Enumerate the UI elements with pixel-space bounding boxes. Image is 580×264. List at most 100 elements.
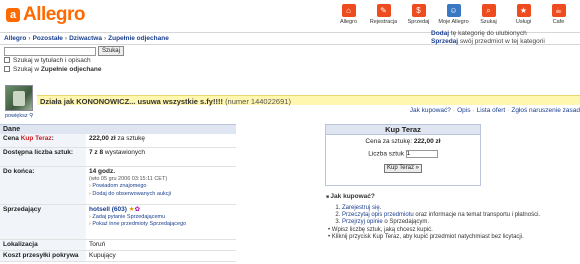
- nav-szukaj[interactable]: ⌕ Szukaj: [471, 4, 506, 25]
- row-quantity: Dostępna liczba sztuk: 7 z 8 wystawionyc…: [0, 148, 236, 167]
- time-left-amount: 14 godz.: [89, 168, 116, 175]
- time-left-label: Do końca:: [0, 167, 86, 204]
- sell-icon: $: [411, 4, 426, 17]
- step-text: o Sprzedającym.: [382, 219, 430, 225]
- search-option-category[interactable]: Szukaj w Zupełnie odjechane: [4, 66, 102, 73]
- item-title-bar: Działa jak KONONOWICZ... usuwa wszystkie…: [37, 95, 580, 106]
- breadcrumb-item[interactable]: Dziwactwa: [69, 35, 102, 42]
- quantity-field-label: Liczba sztuk: [368, 150, 404, 158]
- buy-now-heading: Kup Teraz: [326, 125, 480, 135]
- search-input[interactable]: [4, 46, 96, 56]
- step-link[interactable]: Przeczytaj opis przedmiotu: [342, 212, 414, 218]
- checkbox-category: Zupełnie odjechane: [40, 66, 102, 73]
- link-report-violation[interactable]: Zgłoś naruszenie zasad: [511, 107, 580, 114]
- add-favorite-link[interactable]: Dodaj: [431, 30, 449, 37]
- home-icon: ⌂: [341, 4, 356, 17]
- quantity-input[interactable]: [405, 150, 438, 158]
- end-date: (wto 05 gru 2006 03:15:11 CET): [89, 175, 168, 182]
- enlarge-link[interactable]: powiększ ⚲: [5, 113, 33, 119]
- nav-moje-allegro[interactable]: ☺ Moje Allegro: [436, 4, 471, 25]
- nav-label: Sprzedaj: [407, 19, 430, 25]
- buy-now-button[interactable]: Kup Teraz »: [384, 164, 422, 173]
- seller-label: Sprzedający: [0, 205, 86, 239]
- checkbox[interactable]: [4, 66, 10, 73]
- breadcrumb: Allegro › Pozostałe › Dziwactwa › Zupełnie odj…: [4, 35, 169, 42]
- buy-now-box: Kup Teraz Cena za sztukę: 222,00 zł Licz…: [325, 124, 481, 186]
- row-shipping: Koszt przesyłki pokrywa Kupujący: [0, 251, 236, 262]
- link-offer-list[interactable]: Lista ofert: [477, 107, 506, 114]
- search-button[interactable]: Szukaj: [97, 46, 124, 56]
- buy-now-price-label: Cena za sztukę:: [365, 138, 414, 145]
- price-value: 222,00 zł za sztukę: [86, 134, 236, 147]
- seller-name[interactable]: hotsell (603): [89, 206, 127, 213]
- item-title: Działa jak KONONOWICZ... usuwa wszystkie…: [40, 97, 291, 106]
- step-text: .: [379, 205, 382, 211]
- step-item: Przeczytaj opis przedmiotu oraz informac…: [342, 212, 580, 219]
- nav-label: Usługi: [515, 19, 532, 25]
- breadcrumb-item[interactable]: Zupełnie odjechane: [108, 35, 169, 42]
- nav-label: Cafe: [552, 19, 565, 25]
- nav-label: Szukaj: [480, 19, 497, 25]
- shipping-value: Kupujący: [89, 252, 116, 259]
- step-text: oraz informacje na temat transportu i pł…: [413, 212, 541, 218]
- step-link[interactable]: Przejrzyj opinie: [342, 219, 383, 225]
- site-header: a Allegro ⌂ Allegro ✎ Rejestracja $ Sprzeda…: [0, 0, 580, 32]
- watch-auction-link[interactable]: Dodaj do obserwowanych aukcji: [89, 191, 233, 199]
- buy-now-quantity: Liczba sztuk: [326, 150, 480, 158]
- item-number: (numer 144022691): [225, 97, 291, 106]
- shipping-label: Koszt przesyłki pokrywa: [0, 251, 86, 261]
- checkbox-label: Szukaj w: [13, 66, 41, 73]
- quantity-label: Dostępna liczba sztuk:: [0, 148, 86, 166]
- nav-label: Rejestracja: [369, 19, 398, 25]
- services-icon: ★: [516, 4, 531, 17]
- checkbox[interactable]: [4, 57, 10, 64]
- nav-uslugi[interactable]: ★ Usługi: [506, 4, 541, 25]
- price-label: Cena Kup Teraz:: [0, 134, 86, 147]
- notify-friend-link[interactable]: Powiadom znajomego: [89, 183, 233, 191]
- nav-sprzedaj[interactable]: $ Sprzedaj: [401, 4, 436, 25]
- seller-items-link[interactable]: Pokaż inne przedmioty Sprzedającego: [89, 221, 233, 229]
- category-actions: Dodaj tę kategorię do ulubionych Sprzeda…: [431, 30, 576, 46]
- quantity-suffix: wystawionych: [103, 149, 145, 156]
- price-label-suffix: :: [51, 135, 54, 142]
- nav-rejestracja[interactable]: ✎ Rejestracja: [366, 4, 401, 25]
- step-item: Zarejestruj się.: [342, 205, 580, 212]
- row-price: Cena Kup Teraz: 222,00 zł za sztukę: [0, 134, 236, 148]
- my-allegro-icon: ☺: [446, 4, 461, 17]
- how-to-buy-section: Jak kupować? Zarejestruj się. Przeczytaj…: [326, 193, 580, 241]
- search-option-descriptions[interactable]: Szukaj w tytułach i opisach: [4, 57, 91, 64]
- item-thumbnail[interactable]: [5, 85, 33, 111]
- allegro-logo[interactable]: a Allegro: [6, 4, 85, 26]
- enlarge-label: powiększ: [5, 113, 28, 119]
- add-favorite-line: Dodaj tę kategorię do ulubionych: [431, 30, 576, 38]
- note-item: Kliknij przycisk Kup Teraz, aby kupić pr…: [328, 234, 580, 241]
- nav-cafe[interactable]: ☕ Cafe: [541, 4, 576, 25]
- price-unit: za sztukę: [115, 135, 146, 142]
- link-description[interactable]: Opis: [457, 107, 470, 114]
- add-favorite-text: tę kategorię do ulubionych: [449, 30, 527, 37]
- sell-here-link[interactable]: Sprzedaj: [431, 38, 458, 45]
- search-form: Szukaj: [4, 46, 124, 56]
- location-value: Toruń: [89, 241, 106, 248]
- ask-seller-link[interactable]: Zadaj pytanie Sprzedającemu: [89, 214, 233, 222]
- sell-here-text: swój przedmiot w tej kategorii: [458, 38, 545, 45]
- allegro-logo-icon: a: [6, 8, 20, 22]
- register-icon: ✎: [376, 4, 391, 17]
- nav-allegro[interactable]: ⌂ Allegro: [331, 4, 366, 25]
- buy-now-price: Cena za sztukę: 222,00 zł: [326, 138, 480, 145]
- row-seller: Sprzedający hotsell (603) ★✿ Zadaj pytan…: [0, 205, 236, 240]
- how-to-buy-steps: Zarejestruj się. Przeczytaj opis przedmi…: [342, 205, 580, 226]
- buy-now-price-value: 222,00 zł: [413, 138, 441, 145]
- breadcrumb-item[interactable]: Pozostałe: [33, 35, 63, 42]
- note-item: Wpisz liczbę sztuk, jaką chcesz kupić.: [328, 227, 580, 234]
- super-seller-icon: ✿: [134, 206, 141, 213]
- details-heading: Dane: [0, 124, 236, 134]
- link-how-to-buy[interactable]: Jak kupować?: [410, 107, 451, 114]
- sell-here-line: Sprzedaj swój przedmiot w tej kategorii: [431, 38, 576, 46]
- magnifier-icon: ⚲: [29, 113, 34, 119]
- breadcrumb-item[interactable]: Allegro: [4, 35, 26, 42]
- time-left-value: 14 godz. (wto 05 gru 2006 03:15:11 CET) …: [86, 167, 236, 204]
- step-link[interactable]: Zarejestruj się: [342, 205, 380, 211]
- item-details-table: Dane Cena Kup Teraz: 222,00 zł za sztukę…: [0, 124, 236, 262]
- price-label-prefix: Cena: [3, 135, 21, 142]
